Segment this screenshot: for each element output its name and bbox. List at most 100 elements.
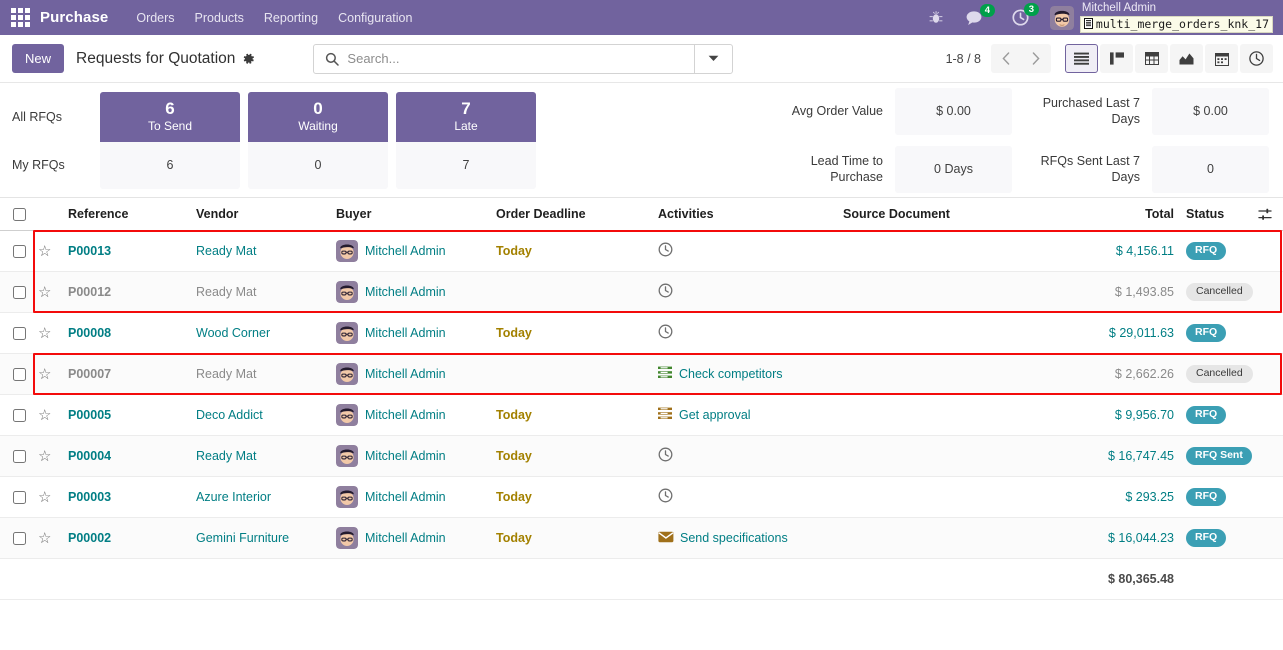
activity-label[interactable]: Check competitors: [679, 367, 783, 381]
graph-view-button[interactable]: [1170, 44, 1203, 73]
column-options-icon[interactable]: [1258, 208, 1282, 221]
activity-view-button[interactable]: [1240, 44, 1273, 73]
search-dropdown-toggle[interactable]: [694, 44, 732, 73]
header-buyer[interactable]: Buyer: [336, 198, 496, 232]
activity-label[interactable]: Get approval: [679, 408, 751, 422]
row-checkbox[interactable]: [13, 450, 26, 464]
row-checkbox[interactable]: [13, 327, 26, 341]
apps-grid-icon[interactable]: [9, 7, 31, 29]
stat-lead-time-box[interactable]: 0 Days: [895, 145, 1012, 193]
reference-link[interactable]: P00007: [68, 367, 111, 381]
kpi-all-to-send[interactable]: 6 To Send: [100, 91, 240, 142]
favorite-star-icon[interactable]: ☆: [38, 530, 51, 547]
vendor-link[interactable]: Wood Corner: [196, 326, 270, 340]
reference-link[interactable]: P00004: [68, 449, 111, 463]
search-input[interactable]: [347, 44, 695, 73]
header-order-deadline[interactable]: Order Deadline: [496, 198, 658, 232]
kpi-my-to-send[interactable]: 6: [100, 141, 240, 189]
activity-label[interactable]: Send specifications: [680, 531, 788, 545]
buyer-name[interactable]: Mitchell Admin: [365, 449, 446, 463]
header-total[interactable]: Total: [1058, 198, 1178, 232]
header-source-document[interactable]: Source Document: [843, 198, 1058, 232]
favorite-star-icon[interactable]: ☆: [38, 489, 51, 506]
reference-link[interactable]: P00002: [68, 531, 111, 545]
list-view-button[interactable]: [1065, 44, 1098, 73]
favorite-star-icon[interactable]: ☆: [38, 366, 51, 383]
buyer-name[interactable]: Mitchell Admin: [365, 367, 446, 381]
kpi-all-waiting[interactable]: 0 Waiting: [248, 91, 388, 142]
bug-icon[interactable]: [929, 10, 943, 25]
vendor-link[interactable]: Ready Mat: [196, 285, 256, 299]
favorite-star-icon[interactable]: ☆: [38, 448, 51, 465]
vendor-link[interactable]: Ready Mat: [196, 367, 256, 381]
stat-purchased-box[interactable]: $ 0.00: [1152, 87, 1269, 135]
reference-link[interactable]: P00005: [68, 408, 111, 422]
buyer-name[interactable]: Mitchell Admin: [365, 244, 446, 258]
reference-link[interactable]: P00008: [68, 326, 111, 340]
buyer-name[interactable]: Mitchell Admin: [365, 326, 446, 340]
clock-icon[interactable]: [658, 242, 673, 260]
table-row[interactable]: ☆ P00007 Ready Mat Mitchell Admin Check …: [0, 353, 1283, 396]
reference-link[interactable]: P00012: [68, 285, 111, 299]
favorite-star-icon[interactable]: ☆: [38, 325, 51, 342]
calendar-view-button[interactable]: [1205, 44, 1238, 73]
reference-link[interactable]: P00013: [68, 244, 111, 258]
kanban-view-button[interactable]: [1100, 44, 1133, 73]
clock-icon[interactable]: [658, 283, 673, 301]
row-checkbox[interactable]: [13, 491, 26, 505]
stat-avg-order-value-box[interactable]: $ 0.00: [895, 87, 1012, 135]
vendor-link[interactable]: Ready Mat: [196, 449, 256, 463]
table-row[interactable]: ☆ P00003 Azure Interior Mitchell Admin T…: [0, 476, 1283, 519]
table-row[interactable]: ☆ P00008 Wood Corner Mitchell Admin Toda…: [0, 312, 1283, 355]
table-row[interactable]: ☆ P00005 Deco Addict Mitchell Admin Toda…: [0, 394, 1283, 437]
clock-icon[interactable]: [658, 324, 673, 342]
kpi-all-late[interactable]: 7 Late: [396, 91, 536, 142]
vendor-link[interactable]: Gemini Furniture: [196, 531, 289, 545]
user-avatar[interactable]: [1049, 5, 1074, 30]
row-checkbox[interactable]: [13, 409, 26, 423]
row-checkbox[interactable]: [13, 532, 26, 546]
envelope-icon[interactable]: [658, 531, 674, 546]
table-row[interactable]: ☆ P00002 Gemini Furniture Mitchell Admin…: [0, 517, 1283, 560]
select-all-checkbox[interactable]: [13, 208, 26, 222]
table-row[interactable]: ☆ P00013 Ready Mat Mitchell Admin Today …: [0, 230, 1283, 273]
buyer-name[interactable]: Mitchell Admin: [365, 531, 446, 545]
header-vendor[interactable]: Vendor: [196, 198, 336, 232]
row-checkbox[interactable]: [13, 368, 26, 382]
favorite-star-icon[interactable]: ☆: [38, 243, 51, 260]
pivot-view-button[interactable]: [1135, 44, 1168, 73]
vendor-link[interactable]: Deco Addict: [196, 408, 263, 422]
pager-next-button[interactable]: [1021, 44, 1051, 73]
vendor-link[interactable]: Azure Interior: [196, 490, 271, 504]
header-reference[interactable]: Reference: [68, 198, 196, 232]
clock-icon[interactable]: [658, 447, 673, 465]
task-icon-orange[interactable]: [658, 407, 673, 423]
task-icon-green[interactable]: [658, 366, 673, 382]
app-brand-purchase[interactable]: Purchase: [40, 9, 108, 26]
table-row[interactable]: ☆ P00012 Ready Mat Mitchell Admin $ 1,49…: [0, 271, 1283, 314]
table-row[interactable]: ☆ P00004 Ready Mat Mitchell Admin Today …: [0, 435, 1283, 478]
user-menu[interactable]: Mitchell Admin multi_merge_orders_knk_17: [1079, 2, 1273, 33]
activities-clock-icon[interactable]: 3: [1012, 3, 1039, 26]
clock-icon[interactable]: [658, 488, 673, 506]
row-checkbox[interactable]: [13, 286, 26, 300]
kpi-my-waiting[interactable]: 0: [248, 141, 388, 189]
favorite-star-icon[interactable]: ☆: [38, 284, 51, 301]
gear-icon[interactable]: [242, 52, 255, 65]
buyer-name[interactable]: Mitchell Admin: [365, 408, 446, 422]
menu-products[interactable]: Products: [185, 7, 254, 29]
search-bar[interactable]: [313, 43, 734, 74]
pager-previous-button[interactable]: [991, 44, 1021, 73]
kpi-my-late[interactable]: 7: [396, 141, 536, 189]
buyer-name[interactable]: Mitchell Admin: [365, 285, 446, 299]
menu-configuration[interactable]: Configuration: [328, 7, 422, 29]
favorite-star-icon[interactable]: ☆: [38, 407, 51, 424]
header-status[interactable]: Status: [1178, 198, 1258, 232]
reference-link[interactable]: P00003: [68, 490, 111, 504]
row-checkbox[interactable]: [13, 245, 26, 259]
menu-orders[interactable]: Orders: [126, 7, 184, 29]
menu-reporting[interactable]: Reporting: [254, 7, 328, 29]
header-activities[interactable]: Activities: [658, 198, 843, 232]
messages-icon[interactable]: 4: [966, 3, 995, 26]
buyer-name[interactable]: Mitchell Admin: [365, 490, 446, 504]
